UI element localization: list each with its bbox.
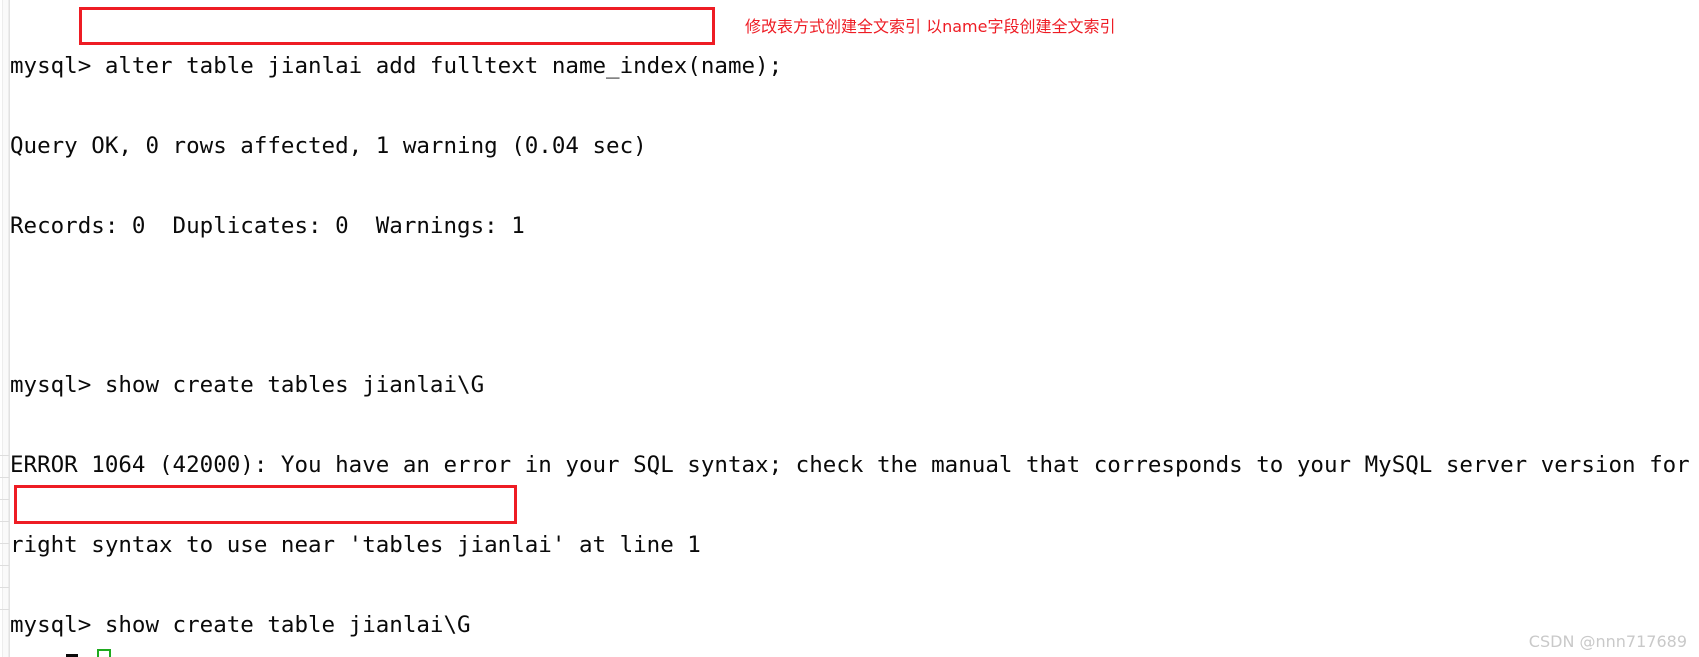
terminal-line: right syntax to use near 'tables jianlai… bbox=[10, 531, 701, 558]
terminal-line: mysql> alter table jianlai add fulltext … bbox=[10, 53, 783, 80]
terminal-line: mysql> show create table jianlai\G bbox=[10, 611, 471, 638]
text-cursor bbox=[97, 649, 111, 657]
terminal-line: Query OK, 0 rows affected, 1 warning (0.… bbox=[10, 132, 647, 159]
scrollbar-ticks bbox=[0, 455, 9, 657]
terminal-line: ERROR 1064 (42000): You have an error in… bbox=[10, 452, 1699, 479]
annotation-command-note: 修改表方式创建全文索引 以name字段创建全文索引 bbox=[745, 17, 1116, 36]
csdn-watermark: CSDN @nnn717689 bbox=[1528, 632, 1687, 651]
terminal-screenshot: mysql> alter table jianlai add fulltext … bbox=[0, 0, 1699, 657]
terminal-line: Records: 0 Duplicates: 0 Warnings: 1 bbox=[10, 212, 525, 239]
terminal-line: mysql> show create tables jianlai\G bbox=[10, 372, 485, 399]
scrollbar-gutter[interactable] bbox=[0, 0, 10, 657]
terminal-output: mysql> alter table jianlai add fulltext … bbox=[10, 0, 1699, 657]
